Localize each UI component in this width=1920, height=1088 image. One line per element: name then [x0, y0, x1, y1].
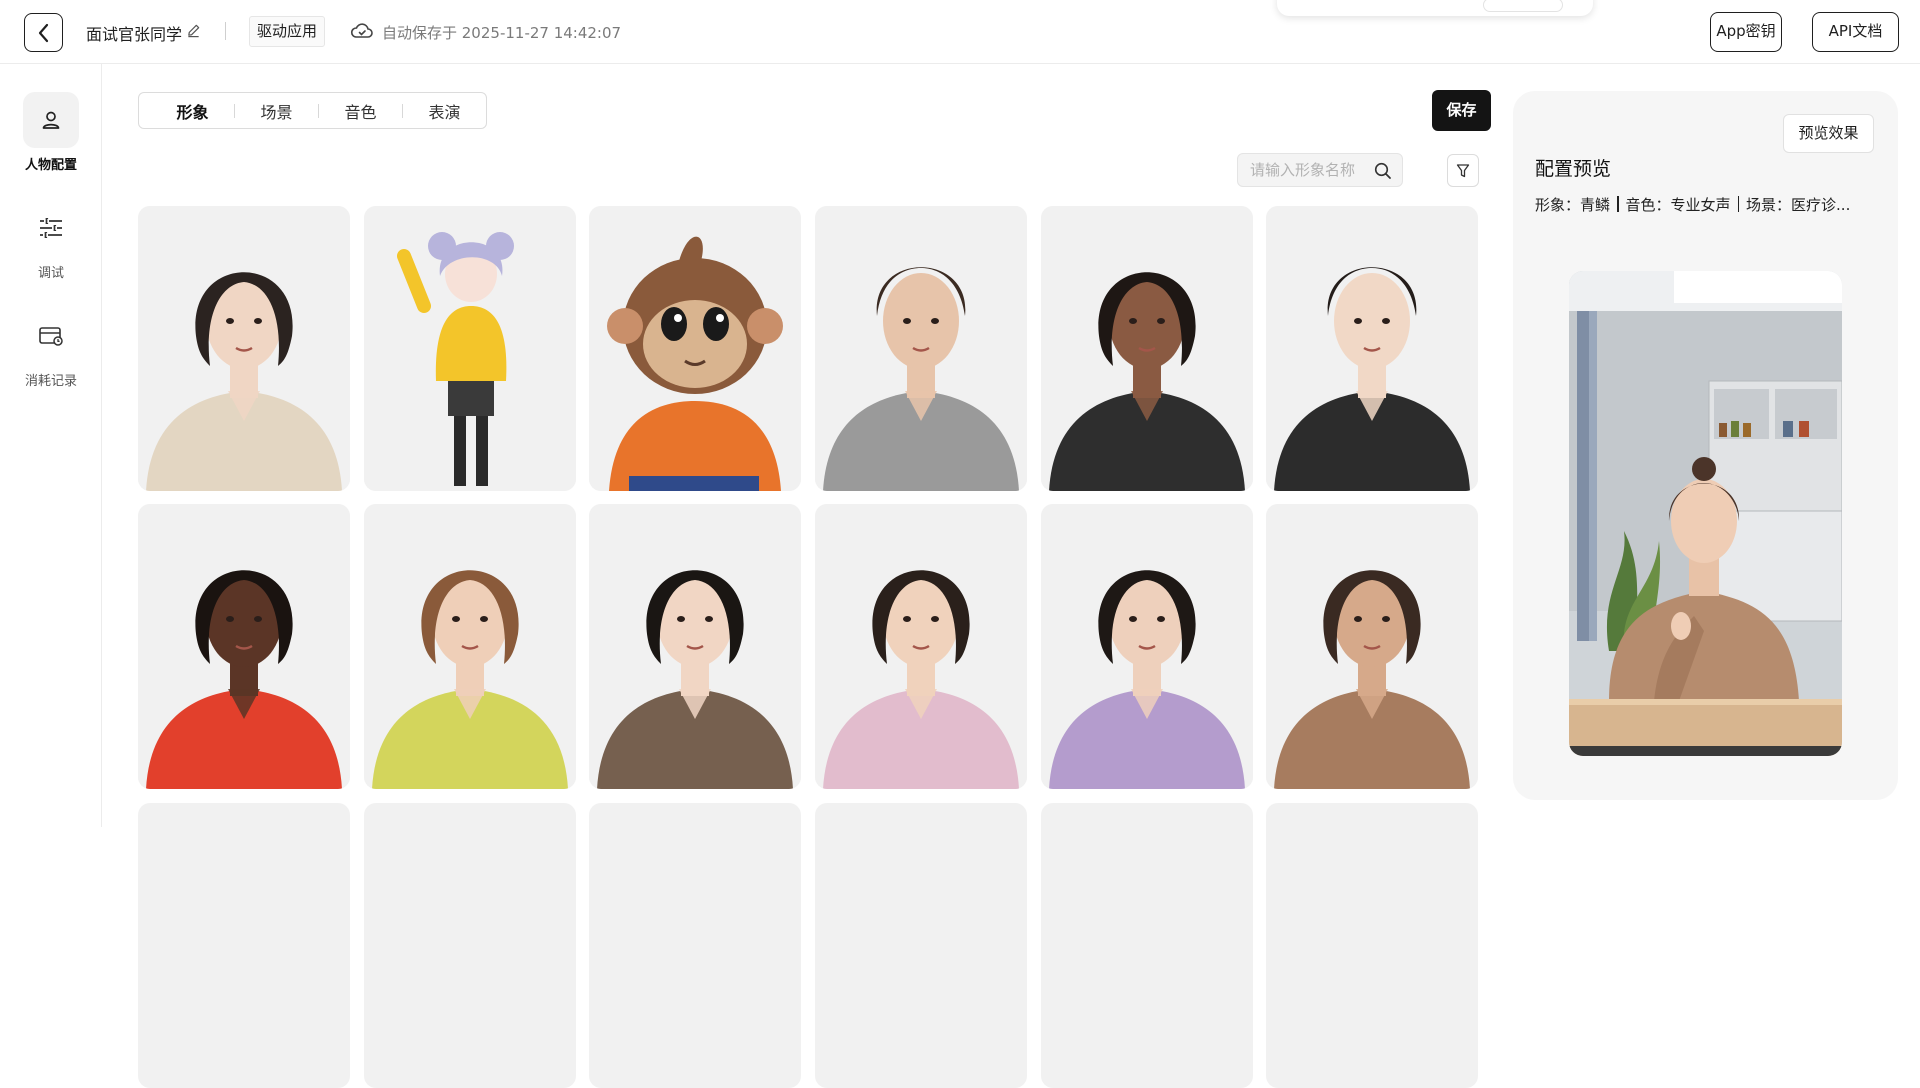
- preview-title: 配置预览: [1535, 158, 1612, 180]
- nav-icon-box: [23, 200, 79, 256]
- drive-app-button[interactable]: 驱动应用: [249, 16, 326, 47]
- avatar-card[interactable]: [1041, 206, 1253, 491]
- avatar-card[interactable]: [589, 803, 801, 1088]
- preview-panel: 预览效果 配置预览 形象：青鳞 音色：专业女声 场景：医疗诊...: [1513, 91, 1898, 800]
- back-button[interactable]: [24, 13, 63, 52]
- preview-scene-image: [1569, 271, 1842, 756]
- sliders-icon: [40, 218, 62, 238]
- app-key-button[interactable]: App密钥: [1710, 12, 1782, 52]
- nav-icon-box: [23, 308, 79, 364]
- avatar-portrait: [1266, 504, 1478, 789]
- search-input[interactable]: [1250, 154, 1370, 186]
- save-button[interactable]: 保存: [1432, 90, 1491, 131]
- avatar-portrait: [138, 504, 350, 789]
- avatar-card[interactable]: [589, 504, 801, 789]
- config-summary: 形象：青鳞 音色：专业女声 场景：医疗诊...: [1535, 194, 1850, 215]
- autosave-status: 自动保存于 2025-11-27 14:42:07: [382, 24, 622, 42]
- avatar-card[interactable]: [589, 206, 801, 491]
- preview-effect-button[interactable]: 预览效果: [1783, 114, 1874, 153]
- avatar-portrait: [1266, 206, 1478, 491]
- filter-button[interactable]: [1447, 154, 1479, 187]
- chevron-left-icon: [38, 23, 48, 42]
- avatar-card[interactable]: [815, 206, 1027, 491]
- card-icon: [39, 327, 63, 346]
- avatar-portrait: [589, 504, 801, 789]
- project-name: 面试官张同学: [86, 25, 183, 44]
- summary-scene: 场景：医疗诊...: [1746, 196, 1851, 214]
- summary-avatar: 形象：青鳞: [1535, 196, 1611, 214]
- tab-scene[interactable]: 场景: [235, 99, 318, 123]
- avatar-portrait: [815, 206, 1027, 491]
- avatar-card[interactable]: [138, 504, 350, 789]
- avatar-card[interactable]: [364, 803, 576, 1088]
- avatar-portrait: [364, 504, 576, 789]
- nav-icon-box: [23, 92, 79, 148]
- avatar-card[interactable]: [1266, 803, 1478, 1088]
- sidebar-item-label: 调试: [37, 266, 64, 281]
- avatar-portrait: [815, 504, 1027, 789]
- avatar-portrait: [589, 206, 801, 491]
- pencil-icon[interactable]: [186, 23, 201, 38]
- filter-icon: [1456, 163, 1470, 177]
- avatar-portrait: [1041, 504, 1253, 789]
- sidebar-item-debug[interactable]: 调试: [0, 200, 102, 281]
- sidebar-item-person-config[interactable]: 人物配置: [0, 92, 102, 173]
- api-doc-button[interactable]: API文档: [1812, 12, 1899, 52]
- summary-divider: [1617, 196, 1619, 212]
- avatar-card[interactable]: [364, 504, 576, 789]
- tab-voice[interactable]: 音色: [319, 99, 402, 123]
- tab-avatar[interactable]: 形象: [151, 99, 234, 123]
- avatar-portrait: [1041, 206, 1253, 491]
- avatar-card[interactable]: [1266, 206, 1478, 491]
- avatar-portrait: [138, 206, 350, 491]
- sidebar-item-consumption[interactable]: 消耗记录: [0, 308, 102, 389]
- avatar-card[interactable]: [364, 206, 576, 491]
- popup-pill: [1483, 0, 1563, 12]
- avatar-portrait: [364, 206, 576, 491]
- avatar-card[interactable]: [1266, 504, 1478, 789]
- top-bar: 面试官张同学 驱动应用 自动保存于 2025-11-27 14:42:07 Ap…: [0, 0, 1920, 64]
- search-icon[interactable]: [1374, 162, 1392, 180]
- avatar-card[interactable]: [138, 206, 350, 491]
- config-tabs: 形象 场景 音色 表演: [138, 92, 487, 129]
- divider: [225, 22, 226, 40]
- dropdown-popup: [1277, 0, 1593, 16]
- avatar-card[interactable]: [815, 803, 1027, 1088]
- sidebar-item-label: 人物配置: [24, 158, 77, 173]
- left-sidebar: 人物配置 调试 消耗记录: [0, 64, 102, 827]
- avatar-card[interactable]: [1041, 803, 1253, 1088]
- person-icon: [42, 111, 60, 129]
- preview-video: [1569, 271, 1842, 756]
- cloud-icon: [350, 23, 373, 38]
- tab-performance[interactable]: 表演: [403, 99, 486, 123]
- summary-divider: [1737, 196, 1740, 212]
- avatar-card[interactable]: [815, 504, 1027, 789]
- avatar-card[interactable]: [1041, 504, 1253, 789]
- search-box: [1237, 153, 1403, 187]
- summary-voice: 音色：专业女声: [1625, 196, 1731, 214]
- sidebar-item-label: 消耗记录: [24, 374, 77, 389]
- avatar-card[interactable]: [138, 803, 350, 1088]
